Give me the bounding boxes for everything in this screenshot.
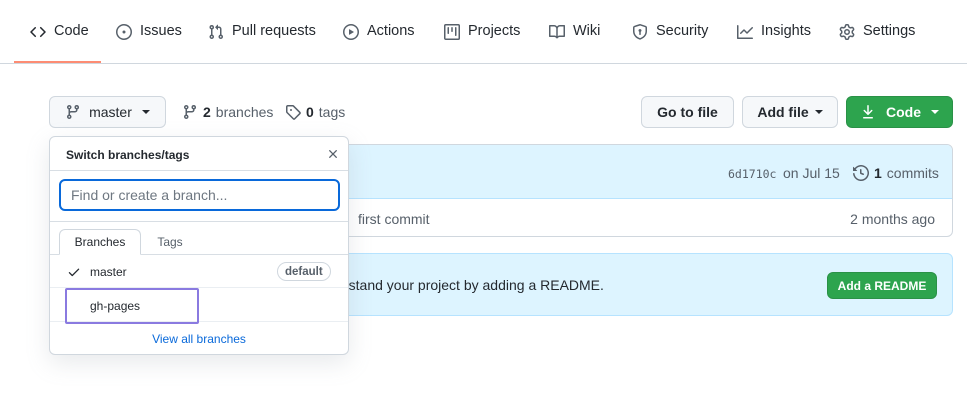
chevron-down-icon [814, 110, 823, 114]
tab-wiki[interactable]: Wiki [549, 16, 600, 62]
tab-issues[interactable]: Issues [116, 16, 182, 62]
branch-item-master[interactable]: master default [50, 255, 348, 288]
commit-sha[interactable]: 6d1710c [728, 167, 776, 181]
branches-link[interactable]: 2 branches [182, 104, 273, 120]
tab-tags-label: Tags [157, 235, 183, 249]
book-icon [549, 23, 565, 40]
latest-commit-box: 6d1710c on Jul 15 1 commits first commit… [330, 144, 953, 237]
chevron-down-icon [931, 110, 939, 114]
tab-code[interactable]: Code [30, 16, 89, 62]
active-tab-underline [14, 61, 101, 63]
code-icon [30, 23, 46, 40]
tab-tags[interactable]: Tags [142, 229, 198, 255]
code-button[interactable]: Code [846, 96, 953, 128]
readme-banner: rstand your project by adding a README. … [330, 253, 953, 316]
tab-label: Code [54, 23, 89, 39]
close-icon[interactable] [326, 147, 340, 161]
code-button-label: Code [886, 104, 921, 120]
add-readme-label: Add a README [837, 278, 927, 293]
add-file-label: Add file [757, 104, 809, 120]
view-all-branches-link[interactable]: View all branches [50, 332, 348, 346]
gear-icon [839, 23, 855, 40]
download-icon [860, 104, 876, 120]
tab-label: Pull requests [232, 23, 316, 39]
branches-count: 2 [203, 104, 211, 120]
dropdown-title: Switch branches/tags [66, 148, 190, 162]
branch-name: master [90, 265, 127, 279]
tab-settings[interactable]: Settings [839, 16, 915, 62]
add-readme-button[interactable]: Add a README [827, 272, 937, 299]
commits-link[interactable]: 1 commits [853, 165, 939, 181]
tab-actions[interactable]: Actions [343, 16, 415, 62]
graph-icon [737, 23, 753, 40]
tag-icon [285, 104, 301, 120]
tab-label: Issues [140, 23, 182, 39]
default-badge: default [277, 262, 331, 281]
check-icon [67, 265, 81, 279]
tab-branches-label: Branches [74, 235, 126, 249]
tab-label: Projects [468, 23, 521, 39]
commits-count: 1 [874, 165, 882, 181]
tab-insights[interactable]: Insights [737, 16, 811, 62]
repo-nav: Code Issues Pull requests Actions Projec… [0, 0, 967, 64]
tab-security[interactable]: Security [632, 16, 708, 62]
tab-label: Settings [863, 23, 916, 39]
tab-branches[interactable]: Branches [59, 229, 141, 255]
commit-date[interactable]: on Jul 15 [783, 165, 840, 181]
pull-request-icon [208, 23, 224, 40]
commits-label: commits [886, 165, 939, 181]
tab-label: Wiki [573, 23, 601, 39]
play-icon [343, 23, 359, 40]
branch-search-input[interactable] [59, 179, 340, 211]
branch-icon [182, 104, 198, 120]
chevron-down-icon [141, 110, 150, 114]
tags-link[interactable]: 0 tags [285, 104, 345, 120]
go-to-file-label: Go to file [657, 104, 718, 120]
file-commit-message[interactable]: first commit [358, 211, 430, 227]
issue-icon [116, 23, 132, 40]
tab-pull-requests[interactable]: Pull requests [208, 16, 316, 62]
add-file-button[interactable]: Add file [742, 96, 838, 128]
go-to-file-button[interactable]: Go to file [641, 96, 734, 128]
highlight-box [65, 288, 199, 324]
branches-label: branches [215, 104, 274, 120]
readme-banner-text: rstand your project by adding a README. [344, 277, 604, 293]
branch-select-label: master [89, 104, 132, 120]
tab-label: Security [656, 23, 709, 39]
branch-icon [65, 104, 81, 120]
tab-label: Insights [761, 23, 811, 39]
branch-select-button[interactable]: master [49, 96, 166, 128]
tags-label: tags [318, 104, 346, 120]
commit-header: 6d1710c on Jul 15 1 commits [331, 145, 952, 199]
divider [50, 221, 348, 222]
file-commit-age: 2 months ago [850, 211, 935, 227]
tab-label: Actions [367, 23, 415, 39]
project-icon [444, 23, 460, 40]
tags-count: 0 [306, 104, 314, 120]
history-icon [853, 165, 869, 181]
shield-icon [632, 23, 648, 40]
tab-projects[interactable]: Projects [444, 16, 520, 62]
divider [50, 170, 348, 171]
